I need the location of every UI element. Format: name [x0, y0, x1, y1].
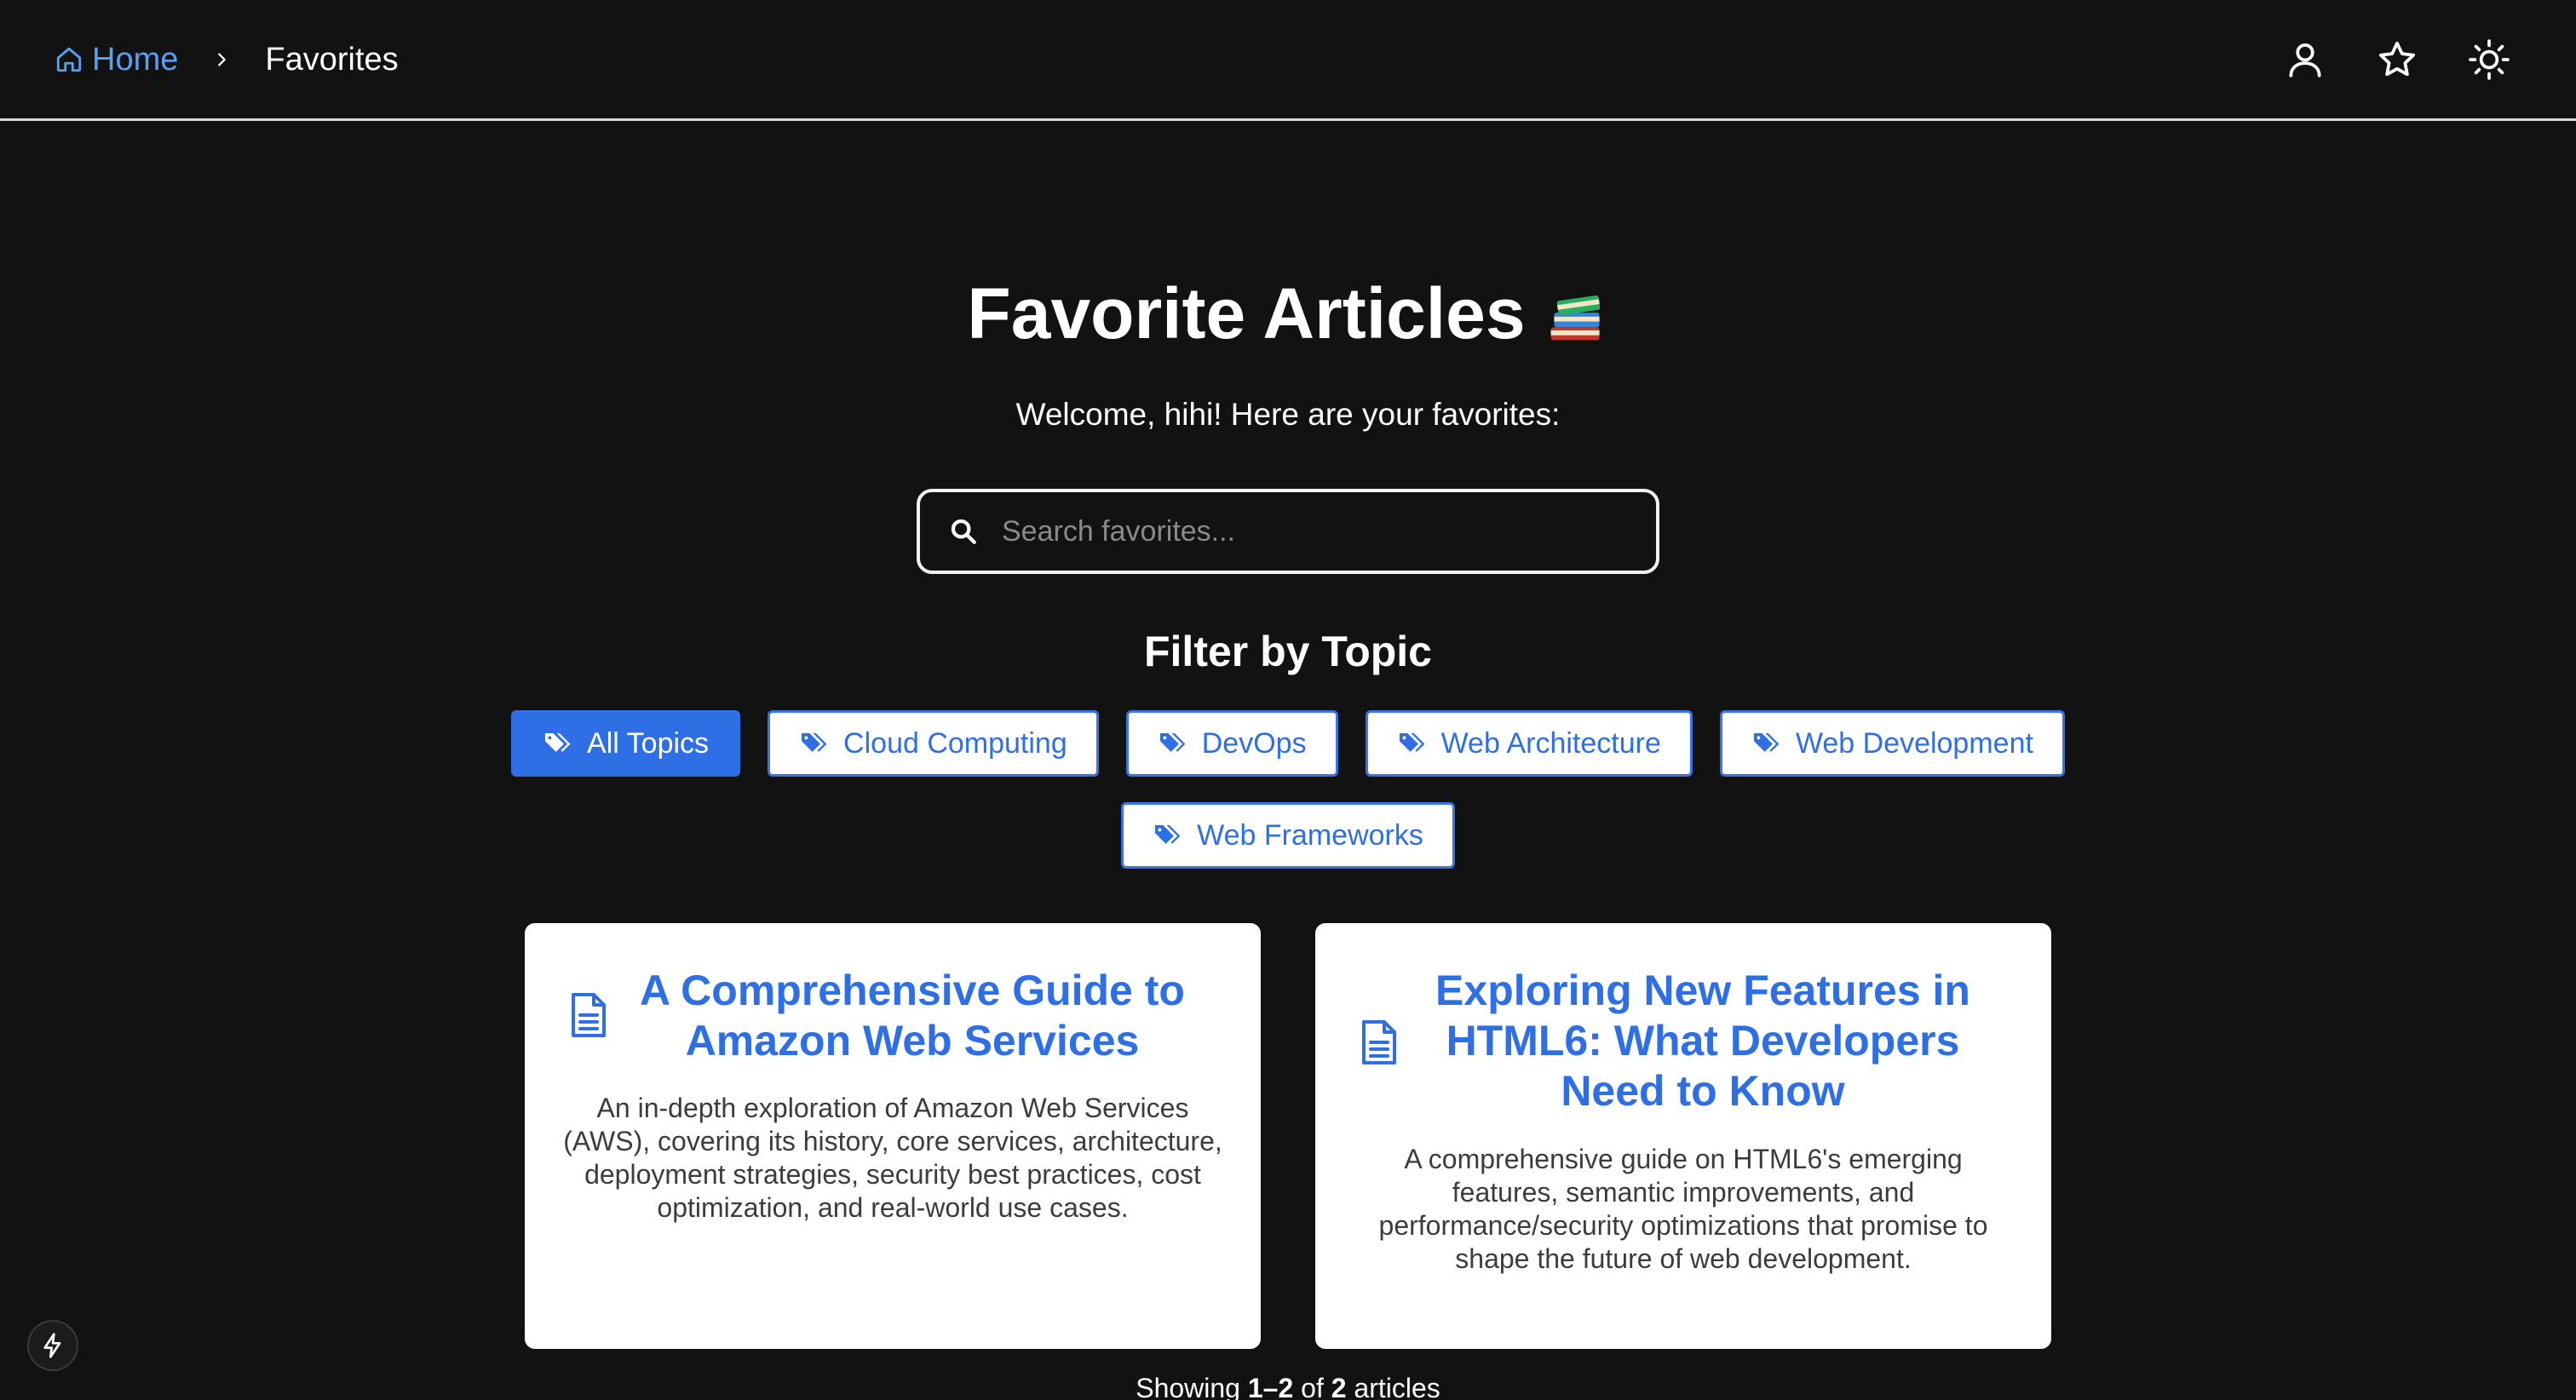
results-total: 2	[1331, 1373, 1347, 1400]
breadcrumb-current: Favorites	[265, 41, 399, 77]
filter-heading: Filter by Topic	[1144, 628, 1432, 675]
search-input[interactable]	[1002, 506, 1656, 557]
document-icon	[572, 993, 606, 1037]
tags-icon	[1399, 733, 1424, 752]
topic-chip-all-topics[interactable]: All Topics	[511, 710, 741, 777]
top-bar: Home Favorites	[0, 0, 2576, 121]
document-icon	[1362, 1020, 1396, 1064]
topic-chip-label: Web Frameworks	[1197, 818, 1423, 852]
topic-chip-web-architecture[interactable]: Web Architecture	[1365, 710, 1693, 777]
books-icon	[1550, 295, 1600, 340]
topic-chip-label: Web Development	[1795, 726, 2033, 760]
topic-chip-devops[interactable]: DevOps	[1125, 710, 1338, 777]
dev-tools-button[interactable]	[27, 1320, 78, 1371]
theme-toggle-button[interactable]	[2462, 32, 2516, 87]
tags-icon	[1753, 733, 1780, 752]
tags-icon	[1155, 825, 1181, 844]
topic-chip-label: All Topics	[587, 726, 710, 760]
tags-icon	[802, 733, 827, 752]
article-description: An in-depth exploration of Amazon Web Se…	[563, 1093, 1222, 1223]
chevron-right-icon	[218, 53, 227, 66]
topic-chip-web-development[interactable]: Web Development	[1719, 710, 2065, 777]
article-description: A comprehensive guide on HTML6's emergin…	[1378, 1144, 1988, 1274]
star-icon	[2378, 41, 2416, 77]
article-title[interactable]: A Comprehensive Guide to Amazon Web Serv…	[635, 966, 1189, 1066]
topic-chip-label: Web Architecture	[1440, 726, 1661, 760]
topic-chip-web-frameworks[interactable]: Web Frameworks	[1121, 802, 1455, 869]
user-icon	[2289, 43, 2321, 77]
top-actions	[2240, 32, 2516, 87]
results-suffix: articles	[1354, 1373, 1440, 1400]
tags-icon	[1159, 733, 1186, 752]
results-prefix: Showing	[1136, 1373, 1240, 1400]
topic-chips-row-1: All Topics Cloud Computing DevOps Web Ar…	[0, 710, 2576, 777]
page-title-row: Favorite Articles	[0, 273, 2576, 355]
results-of: of	[1301, 1373, 1324, 1400]
page: Home Favorites Favorite Articles Welcome…	[0, 0, 2576, 1400]
article-title[interactable]: Exploring New Features in HTML6: What De…	[1426, 966, 1980, 1116]
search-box	[917, 489, 1659, 574]
welcome-message: Welcome, hihi! Here are your favorites:	[1015, 397, 1561, 432]
lightning-icon	[43, 1333, 61, 1358]
topic-chip-cloud-computing[interactable]: Cloud Computing	[768, 710, 1099, 777]
results-range: 1–2	[1247, 1373, 1294, 1400]
favorites-button[interactable]	[2370, 32, 2424, 87]
breadcrumb: Home Favorites	[55, 37, 399, 82]
topic-chip-label: DevOps	[1201, 726, 1307, 760]
page-title: Favorite Articles	[967, 273, 1526, 353]
article-card[interactable]: A Comprehensive Guide to Amazon Web Serv…	[525, 923, 1261, 1349]
breadcrumb-home-link[interactable]: Home	[55, 42, 178, 78]
sun-icon	[2469, 39, 2510, 80]
tags-icon	[545, 733, 571, 752]
home-icon	[56, 47, 82, 72]
profile-button[interactable]	[2278, 32, 2332, 87]
article-card[interactable]: Exploring New Features in HTML6: What De…	[1315, 923, 2051, 1349]
breadcrumb-home-label: Home	[92, 41, 179, 77]
results-summary: Showing 1–2 of 2 articles	[0, 1373, 2576, 1400]
search-icon	[951, 519, 976, 544]
topic-chips-row-2: Web Frameworks	[0, 802, 2576, 869]
topic-chip-label: Cloud Computing	[843, 726, 1067, 760]
